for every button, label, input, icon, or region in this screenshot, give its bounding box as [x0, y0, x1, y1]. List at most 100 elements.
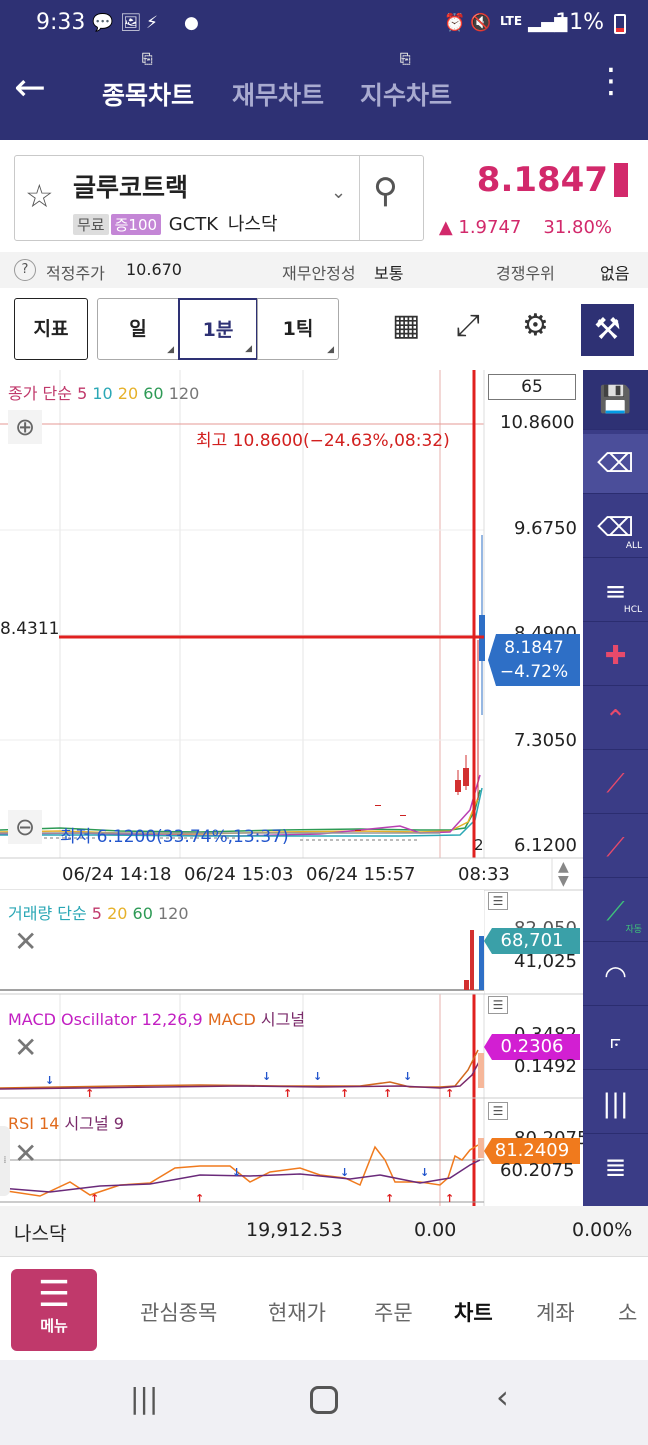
- rsi-legend[interactable]: RSI 14 시그널 9: [8, 1110, 124, 1134]
- svg-text:↑: ↑: [340, 1087, 349, 1100]
- drawing-tools-icon[interactable]: ⚒: [581, 304, 634, 356]
- visible-count-box[interactable]: 65: [488, 374, 576, 400]
- panel-menu-icon[interactable]: ☰: [488, 892, 508, 910]
- svg-text:↑: ↑: [385, 1192, 394, 1205]
- status-bar: 9:33 💬 🖼 ⚡ ● ⏰ 🔇 LTE ▂▄▆ 11%: [0, 0, 648, 46]
- volume-bar: [470, 930, 474, 990]
- scroll-updown-icon[interactable]: ▲ ▼: [558, 860, 569, 888]
- stock-selector[interactable]: ☆ 글루코트랙 무료 증100 GCTK 나스닥 ⌄ ⚲: [14, 155, 424, 241]
- fibonacci-icon[interactable]: ≣: [583, 1138, 648, 1198]
- svg-text:↓: ↓: [45, 1074, 54, 1087]
- nav-account[interactable]: 계좌: [536, 1297, 575, 1327]
- tab-stock-chart[interactable]: ⎘ 종목차트: [102, 52, 194, 112]
- nav-order[interactable]: 주문: [374, 1297, 413, 1327]
- market: 나스닥: [227, 214, 278, 235]
- zoom-in-icon[interactable]: ⊕: [8, 410, 42, 444]
- tab-index-chart[interactable]: ⎘ 지수차트: [360, 52, 452, 112]
- free-tag: 무료: [73, 214, 109, 235]
- y-tick: 10.8600: [500, 412, 575, 433]
- close-icon[interactable]: ✕: [14, 1034, 37, 1062]
- cursor-price-label: 8.4311: [0, 619, 60, 639]
- panel-menu-icon[interactable]: ☰: [488, 996, 508, 1014]
- clock: 9:33: [36, 10, 86, 35]
- price-legend[interactable]: 종가 단순 5 10 20 60 120: [8, 380, 199, 404]
- chart-svg[interactable]: ↓ ↓ ↓ ↓ ↑ ↑ ↑ ↑ ↑ ↓ ↓ ↓ ↑ ↑ ↑ ↑: [0, 370, 583, 1206]
- arc-icon[interactable]: ◠: [583, 946, 648, 1006]
- svg-text:↓: ↓: [262, 1070, 271, 1083]
- zigzag-icon[interactable]: ⟋: [583, 754, 648, 814]
- search-icon[interactable]: ⚲: [373, 174, 398, 208]
- menu-button[interactable]: ☰ 메뉴: [11, 1269, 97, 1351]
- grid-lines-icon[interactable]: |||: [583, 1074, 648, 1134]
- home-icon[interactable]: [310, 1386, 338, 1414]
- erase-icon[interactable]: ⌫: [583, 434, 648, 494]
- hcl-line-icon[interactable]: ≡ HCL: [583, 562, 648, 622]
- panel-menu-icon[interactable]: ☰: [488, 1102, 508, 1120]
- help-icon[interactable]: ?: [14, 259, 36, 281]
- dot-icon: ●: [184, 13, 199, 33]
- zoom-out-icon[interactable]: ⊖: [8, 810, 42, 844]
- chart-area[interactable]: ↓ ↓ ↓ ↓ ↑ ↑ ↑ ↑ ↑ ↓ ↓ ↓ ↑ ↑ ↑ ↑ 종가 단순 5 10 20 60 120…: [0, 370, 588, 1206]
- star-icon[interactable]: ☆: [25, 180, 54, 212]
- trend-peak-icon[interactable]: ⌃: [583, 690, 648, 750]
- x-tick: 06/24 15:57: [306, 864, 416, 885]
- app-bar: ← ⎘ 종목차트 재무차트 ⎘ 지수차트 ⋮: [0, 46, 648, 140]
- save-icon[interactable]: 💾: [583, 370, 648, 430]
- nav-more[interactable]: 소: [618, 1297, 637, 1327]
- page-number: 2: [474, 836, 484, 854]
- svg-text:↑: ↑: [383, 1087, 392, 1100]
- close-icon[interactable]: ✕: [14, 928, 37, 956]
- side-handle[interactable]: ⁞: [0, 1126, 10, 1196]
- svg-text:↑: ↑: [90, 1192, 99, 1205]
- auto-trend-icon[interactable]: ⟋ 자동: [583, 882, 648, 942]
- svg-text:↑: ↑: [85, 1087, 94, 1100]
- volume-bar: [464, 980, 469, 990]
- back-arrow-icon[interactable]: ←: [14, 68, 46, 106]
- nav-quote[interactable]: 현재가: [268, 1297, 326, 1327]
- erase-all-icon[interactable]: ⌫ ALL: [583, 498, 648, 558]
- crosshair-icon[interactable]: ✚: [583, 626, 648, 686]
- close-icon[interactable]: ✕: [14, 1140, 37, 1168]
- macd-histogram: [478, 1053, 484, 1088]
- indicator-button[interactable]: 지표: [14, 298, 88, 360]
- lte-icon: LTE: [500, 14, 523, 28]
- fan-icon[interactable]: ⟔: [583, 1010, 648, 1070]
- period-1tick-button[interactable]: 1틱 ◢: [257, 298, 339, 360]
- back-icon[interactable]: ‹: [496, 1378, 509, 1416]
- index-name: 나스닥: [14, 1223, 67, 1245]
- macd-legend[interactable]: MACD Oscillator 12,26,9 MACD 시그널: [8, 1006, 305, 1030]
- fullscreen-icon[interactable]: ⤢: [456, 304, 480, 348]
- refresh-icon: ⎘: [142, 52, 153, 67]
- dash-marks: [355, 805, 406, 831]
- volume-legend[interactable]: 거래량 단순 5 20 60 120: [8, 900, 189, 924]
- y-tick: 6.1200: [514, 835, 577, 856]
- mute-icon: 🔇: [470, 13, 492, 33]
- chevron-down-icon[interactable]: ⌄: [331, 182, 346, 203]
- settings-gear-icon[interactable]: ⚙: [522, 304, 549, 348]
- svg-text:↑: ↑: [445, 1192, 454, 1205]
- info-row: ? 적정주가 10.670 재무안정성 보통 경쟁우위 없음: [0, 252, 648, 288]
- chart-toolbar: 지표 일 ◢ 1분 ◢ 1틱 ◢ ▦ ⤢ ⚙ ⚒: [0, 296, 648, 364]
- trendline-icon[interactable]: ⟋: [583, 818, 648, 878]
- more-menu-icon[interactable]: ⋮: [594, 64, 628, 98]
- app-icon: ⚡: [146, 13, 158, 33]
- y-tick: 9.6750: [514, 518, 577, 539]
- drawing-sidebar: 💾 ⌫ ⌫ ALL ≡ HCL ✚ ⌃ ⟋ ⟋ ⟋ 자동 ◠ ⟔ ||| ≣: [583, 370, 648, 1206]
- price-gridlines: [0, 529, 484, 741]
- index-pct: 0.00%: [572, 1219, 633, 1241]
- nav-chart[interactable]: 차트: [454, 1297, 493, 1327]
- vertical-gridlines: [59, 370, 304, 1190]
- hamburger-icon: ☰: [37, 1274, 71, 1315]
- period-day-button[interactable]: 일 ◢: [97, 298, 179, 360]
- layout-grid-icon[interactable]: ▦: [392, 304, 420, 348]
- nav-watchlist[interactable]: 관심종목: [140, 1297, 217, 1327]
- index-value: 19,912.53: [246, 1219, 343, 1241]
- stock-name: 글루코트랙: [73, 173, 189, 202]
- index-ticker-bar[interactable]: 나스닥 19,912.53 0.00 0.00%: [0, 1206, 648, 1256]
- low-price-label: 최저 6.1200(33.74%,13:37): [60, 827, 289, 847]
- tab-finance-chart[interactable]: 재무차트: [232, 76, 324, 112]
- recent-apps-icon[interactable]: |||: [130, 1382, 158, 1415]
- period-1min-button[interactable]: 1분 ◢: [178, 298, 258, 360]
- refresh-icon: ⎘: [400, 52, 411, 67]
- rsi-tick: 60.2075: [500, 1160, 575, 1181]
